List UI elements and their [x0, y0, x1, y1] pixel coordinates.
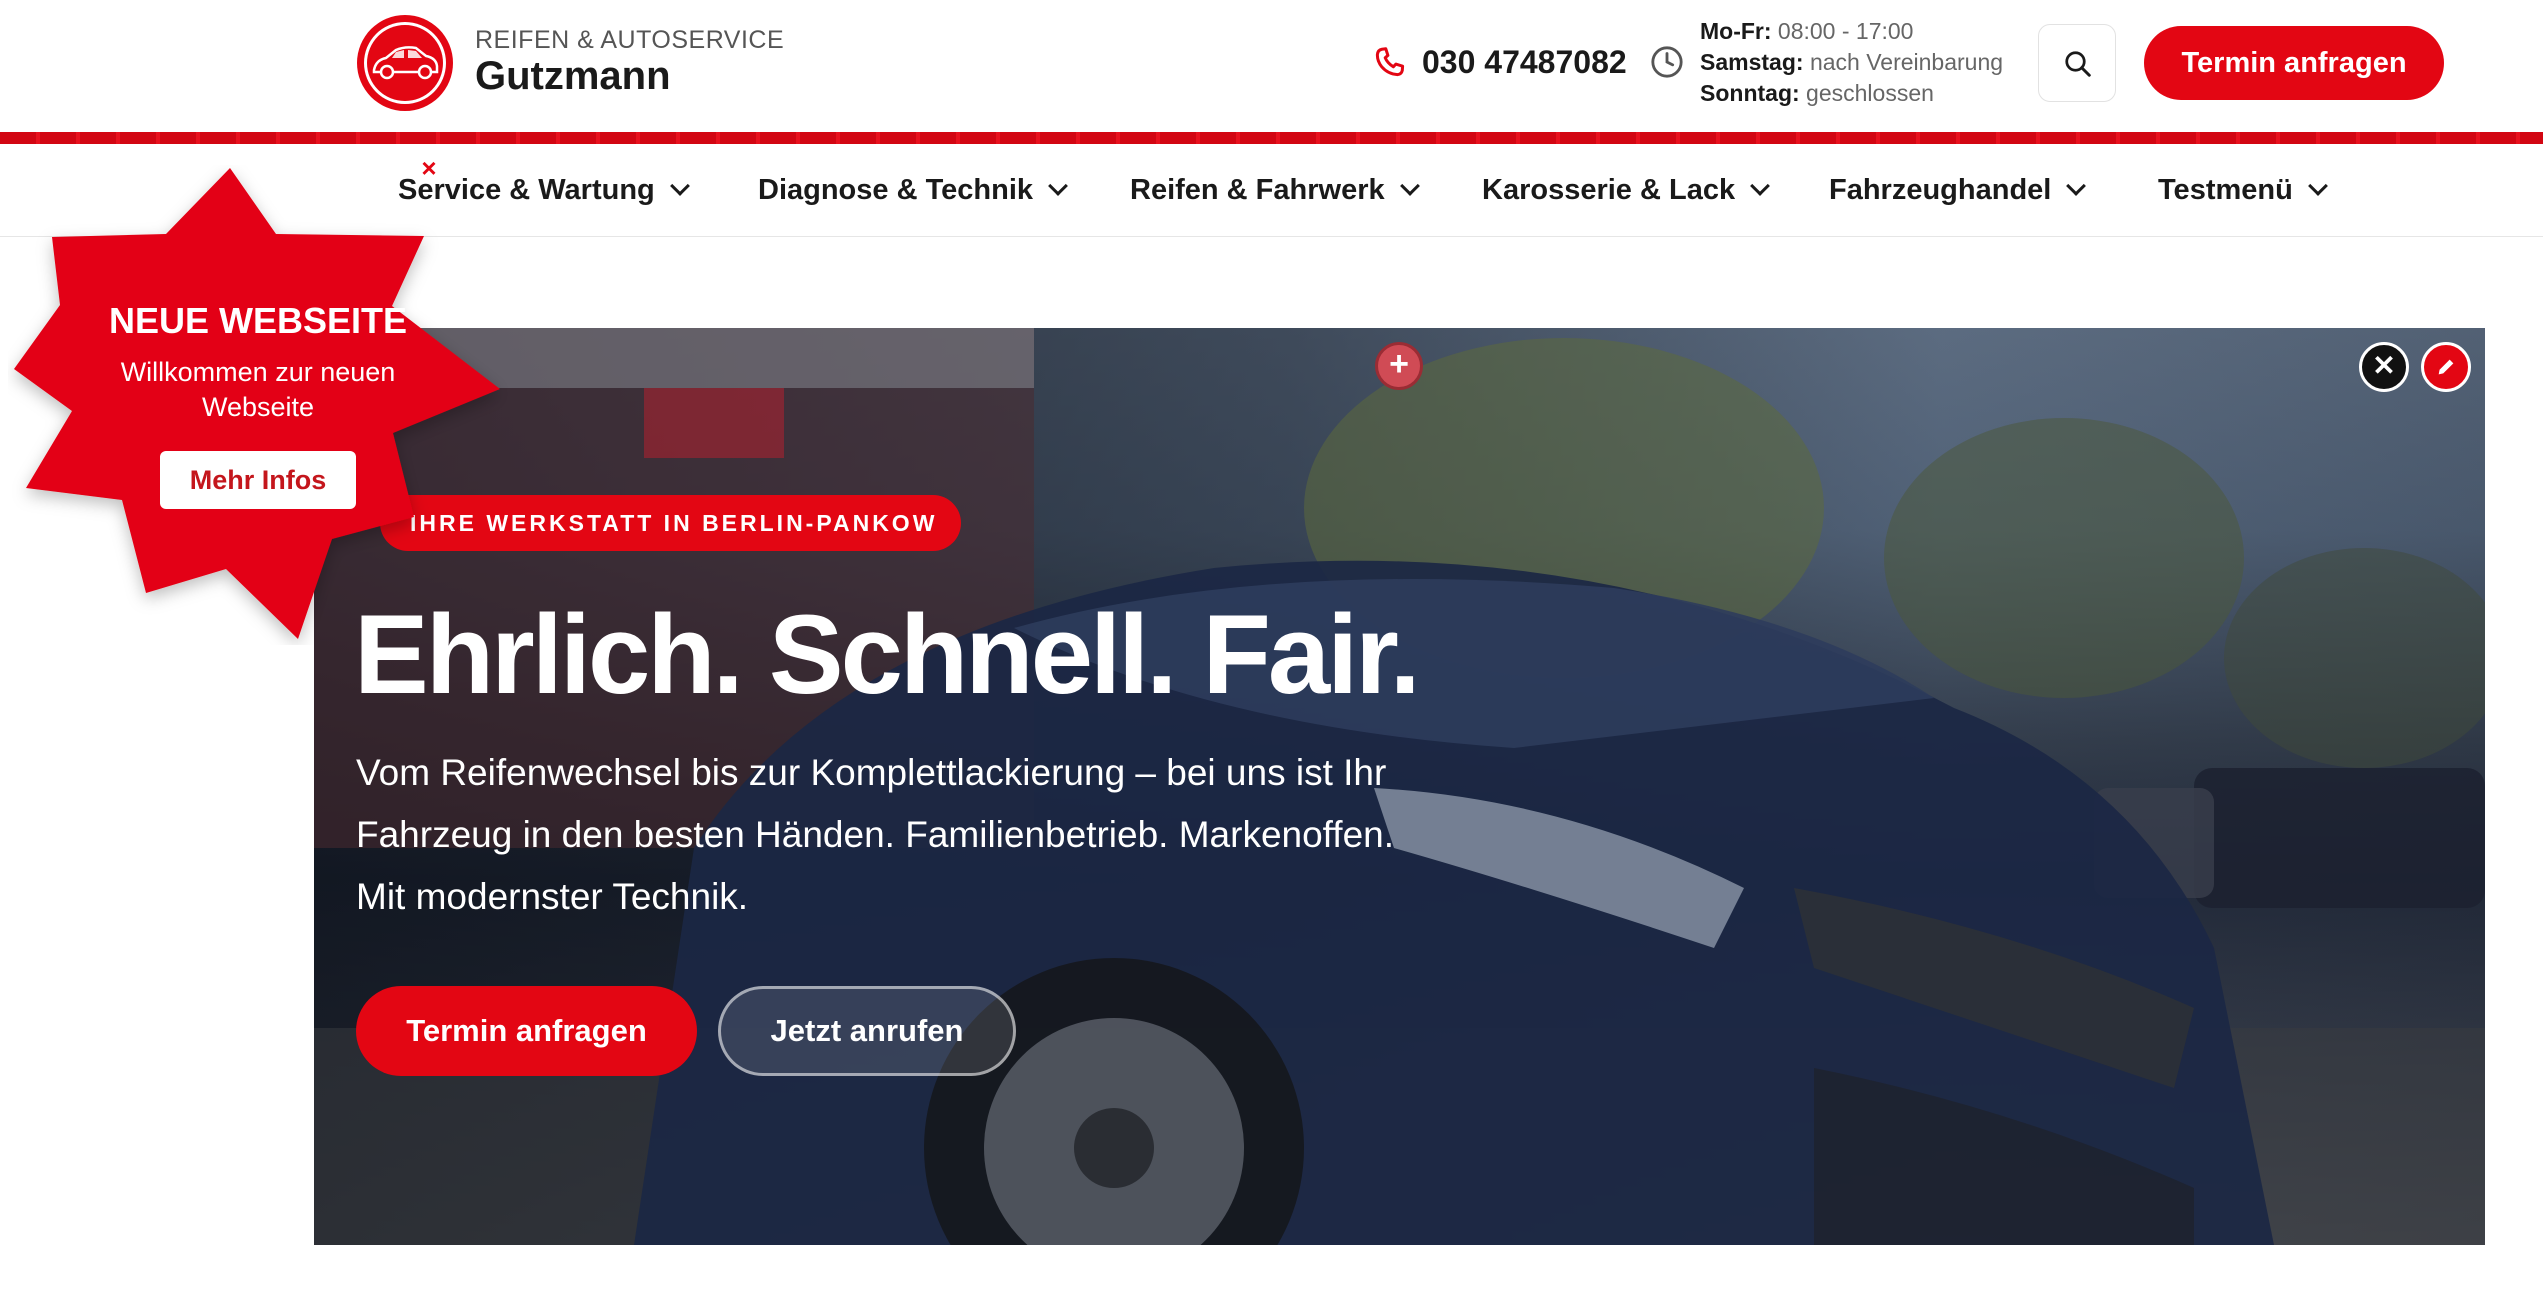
hours-row: Samstag: nach Vereinbarung	[1700, 47, 2003, 78]
nav-item-label: Reifen & Fahrwerk	[1130, 174, 1385, 206]
clock-icon	[1650, 45, 1684, 79]
close-section-button[interactable]: ✕	[2359, 342, 2409, 392]
phone-icon[interactable]	[1372, 44, 1408, 80]
chevron-down-icon	[669, 176, 690, 196]
hero-title: Ehrlich. Schnell. Fair.	[354, 592, 1421, 717]
chevron-down-icon	[1048, 176, 1068, 196]
chevron-down-icon	[2066, 176, 2087, 196]
logo-icon[interactable]	[356, 14, 454, 112]
popup-more-info-button[interactable]: Mehr Infos	[160, 451, 356, 509]
hours-label: Sonntag:	[1700, 80, 1800, 106]
brand-subtitle: REIFEN & AUTOSERVICE	[475, 26, 785, 54]
edit-section-button[interactable]	[2421, 342, 2471, 392]
hero-call-now-button[interactable]: Jetzt anrufen	[718, 986, 1016, 1076]
nav-item-fahrzeughandel[interactable]: Fahrzeughandel	[1829, 144, 2087, 236]
chevron-down-icon	[1399, 176, 1420, 196]
popup-close-icon[interactable]: ×	[416, 155, 442, 181]
hours-label: Samstag:	[1700, 49, 1804, 75]
brand-name[interactable]: Gutzmann	[475, 54, 671, 99]
request-appointment-button[interactable]: Termin anfragen	[2144, 26, 2444, 100]
chevron-down-icon	[1750, 176, 1770, 196]
hero-request-appointment-button[interactable]: Termin anfragen	[356, 986, 697, 1076]
opening-hours: Mo-Fr: 08:00 - 17:00 Samstag: nach Verei…	[1700, 16, 2003, 109]
hero-description: Vom Reifenwechsel bis zur Komplettlackie…	[356, 752, 1395, 917]
hours-value: geschlossen	[1806, 80, 1934, 106]
nav-item-testmenue[interactable]: Testmenü	[2158, 144, 2328, 236]
pencil-icon	[2438, 359, 2454, 375]
chevron-down-icon	[2307, 176, 2328, 196]
hours-value: nach Vereinbarung	[1809, 49, 2004, 75]
popup-text: Willkommen zur neuen Webseite	[120, 357, 396, 422]
nav-item-karosserie-lack[interactable]: Karosserie & Lack	[1482, 144, 1770, 236]
search-icon	[2065, 51, 2091, 77]
new-website-popup: × NEUE WEBSEITE Willkommen zur neuen Web…	[8, 155, 508, 645]
nav-item-label: Testmenü	[2158, 174, 2293, 206]
nav-item-diagnose-technik[interactable]: Diagnose & Technik	[758, 144, 1068, 236]
nav-item-label: Karosserie & Lack	[1482, 174, 1736, 206]
site-header: REIFEN & AUTOSERVICE Gutzmann 030 474870…	[0, 0, 2543, 132]
add-section-button[interactable]: +	[1375, 342, 1423, 390]
hours-row: Mo-Fr: 08:00 - 17:00	[1700, 16, 2003, 47]
header-divider	[0, 132, 2543, 144]
hours-value: 08:00 - 17:00	[1777, 18, 1914, 44]
nav-item-label: Fahrzeughandel	[1829, 174, 2052, 206]
nav-item-label: Diagnose & Technik	[758, 174, 1034, 206]
phone-number-link[interactable]: 030 47487082	[1422, 44, 1627, 81]
hours-row: Sonntag: geschlossen	[1700, 78, 2003, 109]
hours-label: Mo-Fr:	[1700, 18, 1772, 44]
nav-item-reifen-fahrwerk[interactable]: Reifen & Fahrwerk	[1130, 144, 1420, 236]
popup-title: NEUE WEBSEITE	[108, 300, 408, 341]
search-button[interactable]	[2038, 24, 2116, 102]
